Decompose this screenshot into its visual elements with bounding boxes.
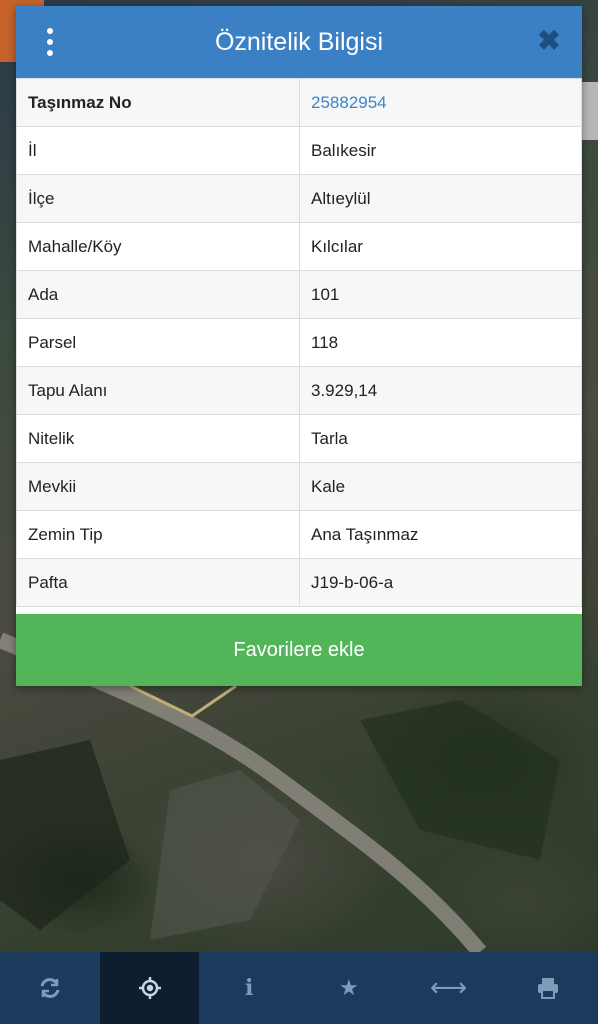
scrollbar[interactable]	[582, 82, 598, 140]
crosshair-icon	[138, 977, 161, 999]
kebab-menu-icon[interactable]	[42, 28, 58, 56]
star-icon: ★	[338, 975, 359, 1001]
attribute-dialog: Öznitelik Bilgisi ✖ Taşınmaz No 25882954 İ…	[16, 6, 582, 686]
attribute-key: Taşınmaz No	[16, 78, 300, 127]
attribute-value: 3.929,14	[299, 366, 582, 415]
attribute-value: Tarla	[299, 414, 582, 463]
measure-button[interactable]: ⟷	[399, 952, 499, 1024]
attribute-key: İl	[16, 126, 300, 175]
attribute-key: Zemin Tip	[16, 510, 300, 559]
table-row: Mevkii Kale	[16, 462, 582, 511]
table-row: Taşınmaz No 25882954	[16, 78, 582, 127]
attribute-key: Pafta	[16, 558, 300, 607]
attribute-value: J19-b-06-a	[299, 558, 582, 607]
attribute-value: Balıkesir	[299, 126, 582, 175]
bottom-toolbar: i ★ ⟷	[0, 952, 598, 1024]
dialog-header: Öznitelik Bilgisi ✖	[16, 6, 582, 78]
attribute-key: Mevkii	[16, 462, 300, 511]
refresh-icon	[40, 978, 60, 998]
measure-arrows-icon: ⟷	[429, 973, 468, 1003]
add-favorite-button[interactable]: Favorilere ekle	[16, 614, 582, 686]
attribute-value: Altıeylül	[299, 174, 582, 223]
locate-button[interactable]	[99, 952, 200, 1024]
table-row: İl Balıkesir	[16, 126, 582, 175]
print-button[interactable]	[498, 952, 598, 1024]
attribute-value: 101	[299, 270, 582, 319]
table-row: Pafta J19-b-06-a	[16, 558, 582, 607]
table-row: Parsel 118	[16, 318, 582, 367]
attribute-key: Ada	[16, 270, 300, 319]
table-row: Ada 101	[16, 270, 582, 319]
table-row: Mahalle/Köy Kılcılar	[16, 222, 582, 271]
attribute-value: Kılcılar	[299, 222, 582, 271]
attribute-value: Ana Taşınmaz	[299, 510, 582, 559]
attribute-key: İlçe	[16, 174, 300, 223]
parcel-id-link[interactable]: 25882954	[299, 78, 582, 127]
info-icon: i	[245, 975, 254, 1001]
attribute-value: Kale	[299, 462, 582, 511]
dialog-title: Öznitelik Bilgisi	[214, 27, 384, 56]
attribute-key: Nitelik	[16, 414, 300, 463]
close-icon[interactable]: ✖	[534, 26, 564, 56]
refresh-button[interactable]	[0, 952, 100, 1024]
info-button[interactable]: i	[199, 952, 299, 1024]
attribute-value: 118	[299, 318, 582, 367]
attribute-key: Tapu Alanı	[16, 366, 300, 415]
table-row: Nitelik Tarla	[16, 414, 582, 463]
attribute-table: Taşınmaz No 25882954 İl Balıkesir İlçe Altıey…	[16, 78, 582, 607]
print-icon	[538, 978, 559, 999]
attribute-key: Mahalle/Köy	[16, 222, 300, 271]
table-row: Zemin Tip Ana Taşınmaz	[16, 510, 582, 559]
favorites-button[interactable]: ★	[299, 952, 399, 1024]
table-row: Tapu Alanı 3.929,14	[16, 366, 582, 415]
table-row: İlçe Altıeylül	[16, 174, 582, 223]
attribute-key: Parsel	[16, 318, 300, 367]
